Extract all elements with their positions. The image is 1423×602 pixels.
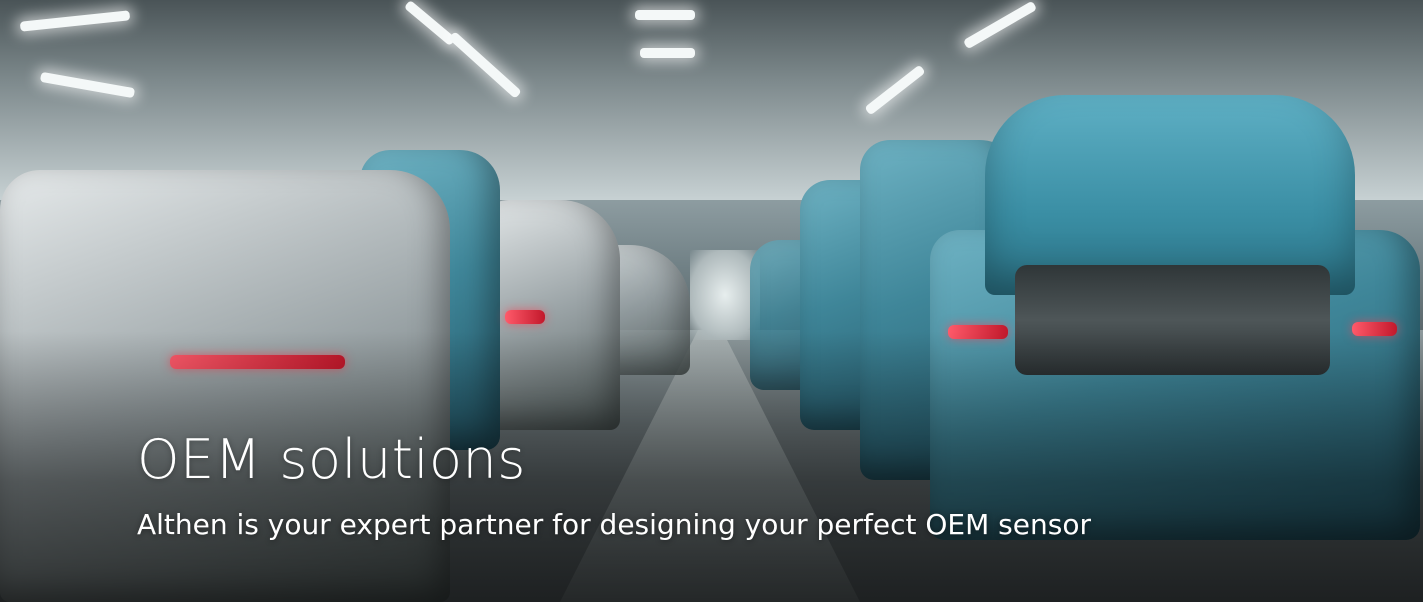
hero-title: OEM solutions <box>137 428 526 491</box>
hero-subtitle: Althen is your expert partner for design… <box>137 508 1091 541</box>
hero-banner: OEM solutions Althen is your expert part… <box>0 0 1423 602</box>
hero-caption: OEM solutions Althen is your expert part… <box>137 425 1091 545</box>
